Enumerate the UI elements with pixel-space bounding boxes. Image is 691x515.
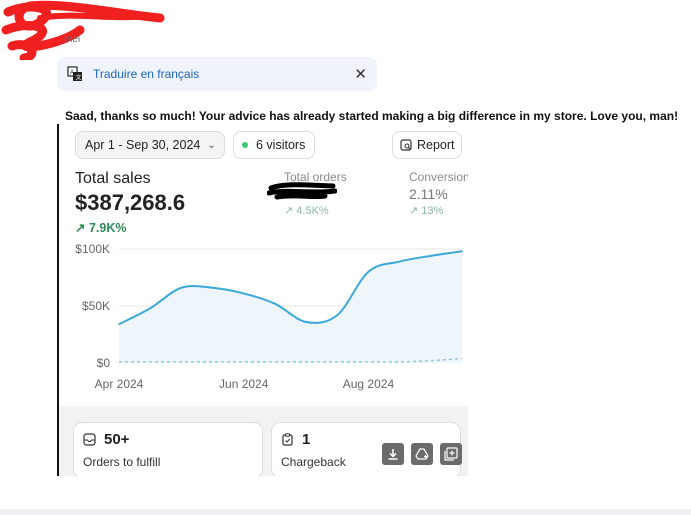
visitors-badge[interactable]: 6 visitors bbox=[233, 131, 315, 159]
translate-link[interactable]: Traduire en français bbox=[93, 67, 354, 81]
download-button[interactable] bbox=[382, 443, 404, 465]
sales-data-point bbox=[118, 323, 120, 326]
report-icon bbox=[400, 139, 412, 151]
post-text: Saad, thanks so much! Your advice has al… bbox=[65, 109, 679, 123]
add-to-collection-button[interactable] bbox=[440, 443, 462, 465]
sales-data-point bbox=[149, 307, 151, 310]
sales-line-chart: $100K $50K $0 Apr 2024 Jun 2024 Aug 2024 bbox=[75, 242, 463, 391]
post-meta: mei bbox=[64, 34, 81, 45]
sales-data-point bbox=[336, 314, 339, 316]
x-tick-label: Jun 2024 bbox=[219, 377, 269, 391]
orders-to-fulfill-label: Orders to fulfill bbox=[83, 455, 161, 469]
sales-area-fill bbox=[119, 251, 462, 363]
total-sales-change: ↗ 7.9K% bbox=[75, 221, 127, 235]
drive-icon bbox=[415, 448, 429, 460]
total-orders-change: ↗ 4.5K% bbox=[284, 205, 329, 217]
sales-data-point bbox=[367, 271, 370, 273]
svg-text:A: A bbox=[70, 70, 74, 76]
arrow-up-right-icon: ↗ bbox=[409, 205, 419, 217]
report-label: Report bbox=[417, 138, 455, 152]
arrow-up-right-icon: ↗ bbox=[284, 205, 294, 217]
sales-data-point bbox=[274, 302, 276, 305]
inbox-icon bbox=[83, 433, 96, 446]
clipboard-check-icon bbox=[282, 433, 293, 446]
svg-text:文: 文 bbox=[76, 74, 82, 82]
dashboard-screenshot: Apr 1 - Sep 30, 2024 ⌄ 6 visitors Report… bbox=[57, 124, 468, 476]
download-icon bbox=[388, 449, 398, 460]
save-to-drive-button[interactable] bbox=[411, 443, 433, 465]
date-range-picker[interactable]: Apr 1 - Sep 30, 2024 ⌄ bbox=[75, 131, 225, 159]
post-header: mei bbox=[0, 0, 200, 60]
chargeback-value: 1 bbox=[302, 431, 311, 448]
y-tick-label: $50K bbox=[82, 299, 110, 313]
total-sales-label: Total sales bbox=[75, 170, 151, 187]
close-icon[interactable]: ✕ bbox=[354, 65, 367, 83]
orders-to-fulfill-card[interactable]: 50+ Orders to fulfill bbox=[73, 422, 263, 476]
conversion-label: Conversion bbox=[409, 170, 468, 184]
translate-bar: A 文 Traduire en français ✕ bbox=[57, 57, 377, 91]
translate-icon: A 文 bbox=[67, 66, 82, 82]
sales-data-point bbox=[398, 260, 401, 263]
x-tick-label: Apr 2024 bbox=[95, 377, 144, 391]
visitors-label: 6 visitors bbox=[256, 138, 306, 152]
date-range-label: Apr 1 - Sep 30, 2024 bbox=[85, 138, 201, 152]
feed-divider bbox=[0, 509, 691, 515]
x-tick-label: Aug 2024 bbox=[343, 377, 395, 391]
conversion-change: ↗ 13% bbox=[409, 205, 444, 217]
arrow-up-right-icon: ↗ bbox=[75, 221, 86, 235]
report-button[interactable]: Report bbox=[392, 131, 462, 159]
sales-data-point bbox=[211, 286, 214, 289]
sales-data-point bbox=[180, 286, 183, 289]
conversion-value: 2.11% bbox=[409, 186, 448, 202]
total-sales-value: $387,268.6 bbox=[75, 190, 186, 215]
orders-redaction bbox=[267, 182, 337, 200]
orders-to-fulfill-value: 50+ bbox=[104, 431, 130, 448]
sales-data-point bbox=[305, 321, 307, 323]
y-tick-label: $100K bbox=[75, 242, 110, 256]
live-dot-icon bbox=[242, 142, 248, 148]
chevron-down-icon: ⌄ bbox=[207, 139, 216, 151]
y-tick-label: $0 bbox=[97, 356, 111, 370]
chargeback-label: Chargeback bbox=[281, 455, 346, 469]
add-to-collection-icon bbox=[444, 447, 458, 461]
sales-data-point bbox=[242, 292, 245, 295]
redaction-scribble bbox=[1, 0, 165, 60]
sales-data-point bbox=[430, 255, 432, 257]
stats-panel: 50+ Orders to fulfill 1 Chargeback bbox=[59, 406, 468, 476]
sales-data-point bbox=[461, 250, 463, 253]
